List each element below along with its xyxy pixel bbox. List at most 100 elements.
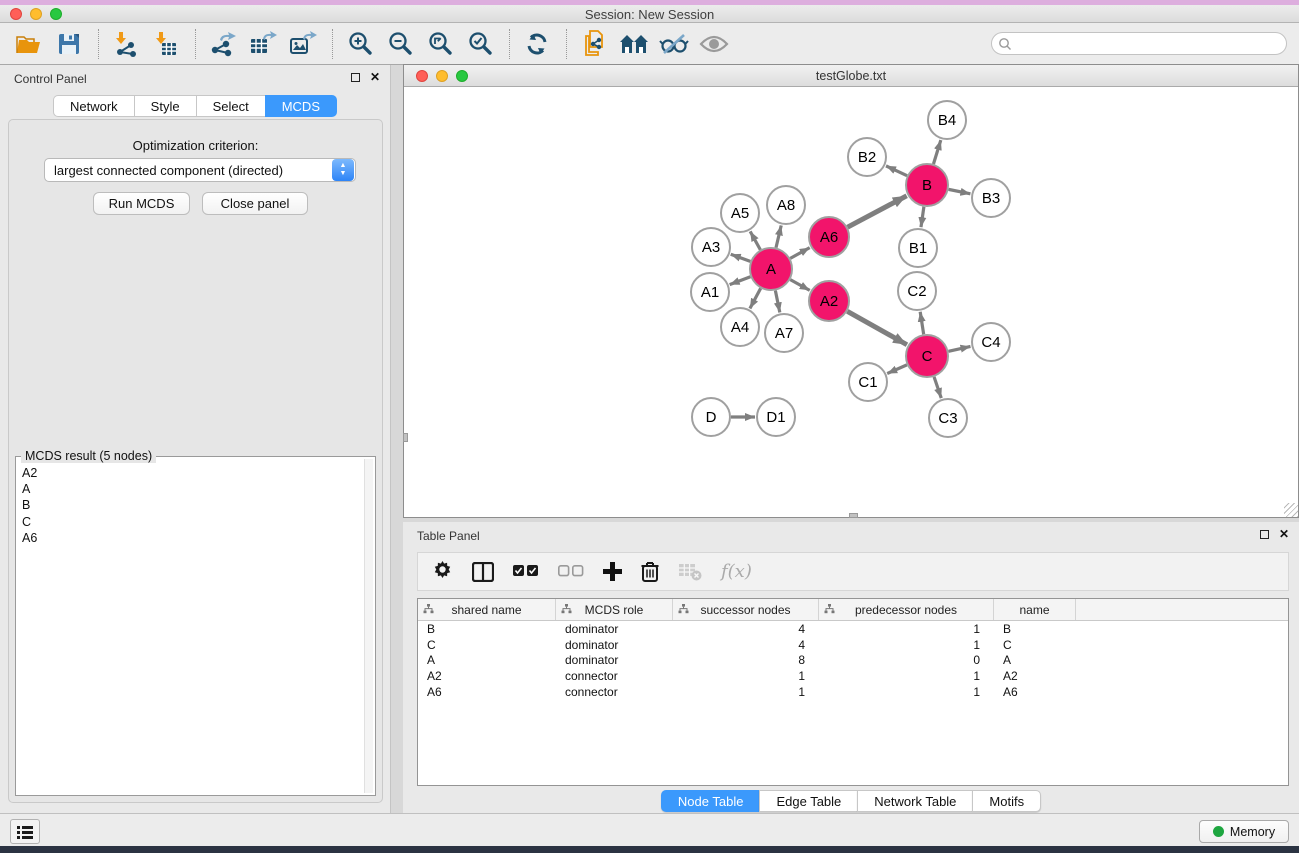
network-edge[interactable] [920, 312, 923, 335]
network-node-A2[interactable]: A2 [809, 281, 849, 321]
network-node-A5[interactable]: A5 [721, 194, 759, 232]
network-edge[interactable] [949, 189, 971, 193]
network-node-B[interactable]: B [906, 164, 948, 206]
column-header-successor-nodes[interactable]: successor nodes [673, 599, 819, 620]
network-edge[interactable] [848, 196, 907, 227]
network-node-A6[interactable]: A6 [809, 217, 849, 257]
open-file-icon[interactable] [14, 29, 44, 59]
table-cell[interactable]: B [418, 622, 556, 636]
network-node-C[interactable]: C [906, 335, 948, 377]
result-item[interactable]: A6 [19, 530, 363, 546]
delete-table-icon[interactable] [678, 563, 702, 581]
network-edge[interactable] [948, 346, 970, 351]
network-node-B4[interactable]: B4 [928, 101, 966, 139]
toggle-column-panel-icon[interactable] [472, 562, 494, 582]
close-panel-button[interactable]: Close panel [202, 192, 308, 215]
table-cell[interactable]: 8 [673, 653, 819, 667]
close-panel-icon[interactable]: ✕ [370, 72, 380, 82]
save-session-icon[interactable] [54, 29, 84, 59]
table-cell[interactable]: C [994, 638, 1076, 652]
table-cell[interactable]: dominator [556, 653, 673, 667]
table-cell[interactable]: 1 [673, 685, 819, 699]
memory-button[interactable]: Memory [1199, 820, 1289, 843]
column-header-name[interactable]: name [994, 599, 1076, 620]
network-node-B2[interactable]: B2 [848, 138, 886, 176]
float-panel-icon[interactable] [351, 73, 360, 82]
table-cell[interactable]: connector [556, 669, 673, 683]
network-edge[interactable] [921, 207, 924, 227]
table-cell[interactable]: A2 [994, 669, 1076, 683]
result-item[interactable]: A [19, 481, 363, 497]
table-cell[interactable]: A [418, 653, 556, 667]
network-node-C4[interactable]: C4 [972, 323, 1010, 361]
table-cell[interactable]: 1 [673, 669, 819, 683]
network-edge[interactable] [790, 280, 809, 291]
table-cell[interactable]: 1 [819, 622, 994, 636]
network-node-A[interactable]: A [750, 248, 792, 290]
network-edge[interactable] [790, 248, 809, 259]
network-edge[interactable] [847, 311, 907, 344]
zoom-in-icon[interactable] [345, 29, 375, 59]
network-node-D1[interactable]: D1 [757, 398, 795, 436]
eye-icon[interactable] [699, 29, 729, 59]
table-tab-node-table[interactable]: Node Table [661, 790, 760, 812]
vertical-scroll-nub[interactable] [403, 433, 408, 442]
network-canvas[interactable]: AA1A2A3A4A5A6A7A8BB1B2B3B4CC1C2C3C4DD1 [404, 87, 1298, 517]
network-node-A1[interactable]: A1 [691, 273, 729, 311]
network-edge[interactable] [886, 166, 907, 176]
table-cell[interactable]: connector [556, 685, 673, 699]
column-header-predecessor-nodes[interactable]: predecessor nodes [819, 599, 994, 620]
network-node-A3[interactable]: A3 [692, 228, 730, 266]
deselect-all-rows-icon[interactable] [558, 565, 584, 578]
network-edge[interactable] [730, 277, 751, 285]
control-tab-mcds[interactable]: MCDS [265, 95, 337, 117]
result-item[interactable]: B [19, 497, 363, 513]
select-all-rows-icon[interactable] [513, 565, 539, 578]
mcds-result-list[interactable]: A2ABCA6 [19, 465, 363, 792]
network-node-D[interactable]: D [692, 398, 730, 436]
table-cell[interactable]: A2 [418, 669, 556, 683]
resize-grip-icon[interactable] [1284, 503, 1298, 517]
network-edge[interactable] [887, 365, 907, 374]
network-node-B3[interactable]: B3 [972, 179, 1010, 217]
network-graph[interactable]: AA1A2A3A4A5A6A7A8BB1B2B3B4CC1C2C3C4DD1 [404, 87, 1298, 517]
zoom-fit-icon[interactable] [425, 29, 455, 59]
result-item[interactable]: C [19, 514, 363, 530]
table-row[interactable]: Cdominator41C [418, 637, 1288, 653]
table-row[interactable]: Bdominator41B [418, 621, 1288, 637]
result-item[interactable]: A2 [19, 465, 363, 481]
run-mcds-button[interactable]: Run MCDS [93, 192, 190, 215]
control-tab-network[interactable]: Network [53, 95, 134, 117]
import-table-icon[interactable] [151, 29, 181, 59]
delete-column-trash-icon[interactable] [641, 561, 659, 582]
network-edge[interactable] [750, 288, 761, 308]
table-cell[interactable]: dominator [556, 638, 673, 652]
hide-details-glasses-icon[interactable] [659, 29, 689, 59]
table-cell[interactable]: dominator [556, 622, 673, 636]
column-header-MCDS-role[interactable]: MCDS role [556, 599, 673, 620]
network-edge[interactable] [934, 377, 941, 398]
table-cell[interactable]: A [994, 653, 1076, 667]
table-tab-network-table[interactable]: Network Table [857, 790, 972, 812]
table-cell[interactable]: 1 [819, 638, 994, 652]
zoom-out-icon[interactable] [385, 29, 415, 59]
table-cell[interactable]: B [994, 622, 1076, 636]
table-tab-edge-table[interactable]: Edge Table [759, 790, 857, 812]
network-window-titlebar[interactable]: testGlobe.txt [404, 65, 1298, 87]
table-settings-gear-icon[interactable] [432, 561, 453, 582]
import-network-icon[interactable] [111, 29, 141, 59]
close-table-panel-icon[interactable]: ✕ [1279, 529, 1289, 539]
function-builder-icon[interactable]: f(x) [721, 561, 752, 582]
table-tab-motifs[interactable]: Motifs [972, 790, 1041, 812]
network-node-A8[interactable]: A8 [767, 186, 805, 224]
network-node-C2[interactable]: C2 [898, 272, 936, 310]
search-input[interactable] [1012, 35, 1286, 53]
export-table-icon[interactable] [248, 29, 278, 59]
table-cell[interactable]: A6 [418, 685, 556, 699]
table-cell[interactable]: 1 [819, 685, 994, 699]
export-image-icon[interactable] [288, 29, 318, 59]
task-history-button[interactable] [10, 819, 40, 844]
table-cell[interactable]: 1 [819, 669, 994, 683]
table-row[interactable]: A2connector11A2 [418, 668, 1288, 684]
export-network-icon[interactable] [208, 29, 238, 59]
